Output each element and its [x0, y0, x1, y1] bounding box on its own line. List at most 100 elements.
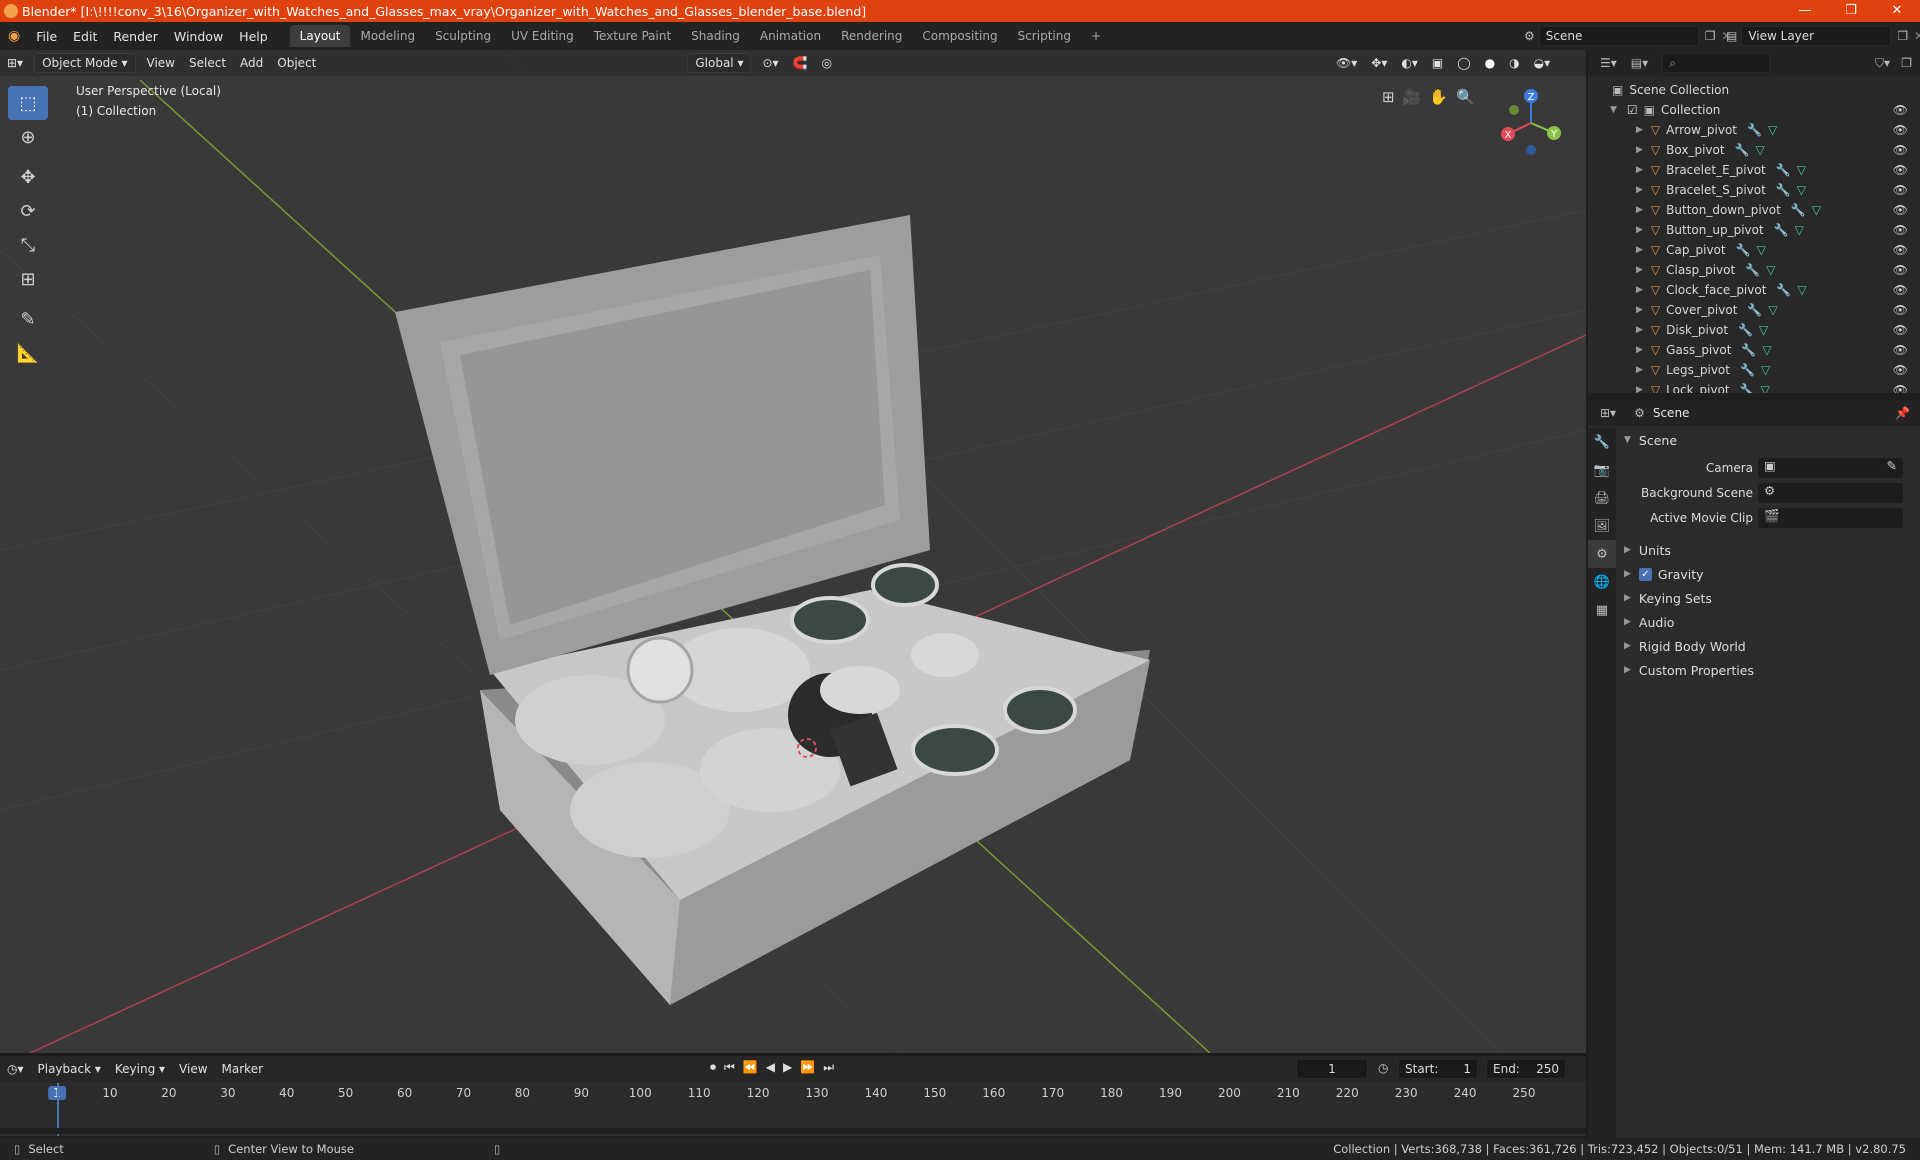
outliner-object-row[interactable]: ▶ ▽ Box_pivot 🔧 ▽ 👁 [1588, 140, 1920, 160]
expand-icon[interactable]: ▶ [1636, 165, 1643, 175]
new-collection-icon[interactable]: ❐ [1901, 56, 1912, 70]
eye-icon[interactable]: 👁 [1893, 203, 1908, 217]
tab-shading[interactable]: Shading [681, 25, 750, 47]
timeline-menu-view[interactable]: View [172, 1060, 214, 1078]
eye-icon[interactable]: 👁 [1893, 263, 1908, 277]
xray-toggle-icon[interactable]: ▣ [1425, 54, 1450, 72]
outliner-object-row[interactable]: ▶ ▽ Clock_face_pivot 🔧 ▽ 👁 [1588, 280, 1920, 300]
outliner-scene-collection[interactable]: ▣ Scene Collection [1588, 80, 1920, 100]
tab-layout[interactable]: Layout [289, 25, 351, 47]
timeline-menu-marker[interactable]: Marker [215, 1060, 270, 1078]
tab-compositing[interactable]: Compositing [912, 25, 1007, 47]
subpanel-header[interactable]: ▶ Custom Properties [1618, 658, 1918, 682]
transform-tool-icon[interactable]: ⊞ [8, 262, 48, 296]
delete-view-layer-icon[interactable]: ✕ [1914, 29, 1920, 43]
eyedropper-icon[interactable]: ✎ [1887, 458, 1897, 473]
eye-icon[interactable]: 👁 [1893, 223, 1908, 237]
expand-icon[interactable]: ▶ [1636, 325, 1643, 335]
outliner-object-row[interactable]: ▶ ▽ Button_up_pivot 🔧 ▽ 👁 [1588, 220, 1920, 240]
expand-icon[interactable]: ▶ [1636, 265, 1643, 275]
play-reverse-icon[interactable]: ◀ [766, 1060, 775, 1075]
outliner-object-row[interactable]: ▶ ▽ Cap_pivot 🔧 ▽ 👁 [1588, 240, 1920, 260]
background-scene-field[interactable]: ⚙ [1758, 483, 1903, 503]
outliner-object-row[interactable]: ▶ ▽ Legs_pivot 🔧 ▽ 👁 [1588, 360, 1920, 380]
3d-viewport[interactable]: ⊞▾ Object Mode ▾ View Select Add Object … [0, 50, 1586, 1053]
timeline-editor-type-icon[interactable]: ◷▾ [0, 1060, 31, 1078]
outliner-collection[interactable]: ▼ ☑ ▣ Collection 👁 [1588, 100, 1920, 120]
maximize-button[interactable]: ❐ [1828, 0, 1874, 22]
expand-icon[interactable]: ▶ [1636, 305, 1643, 315]
eye-icon[interactable]: 👁 [1893, 283, 1908, 297]
toggle-camera-view-icon[interactable]: ⊞ [1382, 88, 1395, 106]
viewport-menu-view[interactable]: View [140, 54, 182, 72]
gravity-checkbox[interactable]: ✓ [1638, 567, 1652, 581]
pivot-point-icon[interactable]: ⊙▾ [755, 54, 785, 72]
mode-selector[interactable]: Object Mode ▾ [34, 53, 136, 73]
expand-icon[interactable]: ▶ [1636, 285, 1643, 295]
outliner-object-row[interactable]: ▶ ▽ Button_down_pivot 🔧 ▽ 👁 [1588, 200, 1920, 220]
measure-tool-icon[interactable]: 📐 [8, 336, 48, 370]
output-tab-icon[interactable]: 🖨 [1588, 484, 1616, 512]
next-keyframe-icon[interactable]: ⏩ [800, 1060, 815, 1075]
outliner-editor-type-icon[interactable]: ☰▾ [1600, 56, 1617, 70]
jump-end-icon[interactable]: ⏭ [823, 1060, 834, 1075]
menu-render[interactable]: Render [105, 29, 166, 44]
snap-icon[interactable]: 🧲 [786, 54, 815, 72]
eye-icon[interactable]: 👁 [1893, 363, 1908, 377]
tab-uv-editing[interactable]: UV Editing [501, 25, 584, 47]
outliner-object-row[interactable]: ▶ ▽ Bracelet_E_pivot 🔧 ▽ 👁 [1588, 160, 1920, 180]
scene-panel-header[interactable]: ▼ Scene [1618, 428, 1918, 452]
checkbox-icon[interactable]: ☑ [1627, 103, 1638, 117]
outliner-object-row[interactable]: ▶ ▽ Gass_pivot 🔧 ▽ 👁 [1588, 340, 1920, 360]
camera-view-icon[interactable]: 🎥 [1403, 88, 1422, 106]
expand-icon[interactable]: ▶ [1636, 145, 1643, 155]
end-frame-field[interactable]: End: 250 [1486, 1059, 1566, 1079]
display-mode-icon[interactable]: ▤▾ [1631, 56, 1648, 70]
eye-icon[interactable]: 👁 [1893, 143, 1908, 157]
start-frame-field[interactable]: Start: 1 [1398, 1059, 1478, 1079]
view-layer-selector[interactable]: View Layer [1741, 26, 1892, 46]
viewport-menu-select[interactable]: Select [182, 54, 233, 72]
move-tool-icon[interactable]: ✥ [8, 160, 48, 194]
eye-icon[interactable]: 👁 [1893, 323, 1908, 337]
expand-icon[interactable]: ▶ [1636, 185, 1643, 195]
camera-field[interactable]: ▣ ✎ [1758, 458, 1903, 478]
tab-sculpting[interactable]: Sculpting [425, 25, 501, 47]
gizmo-toggle-icon[interactable]: ✥▾ [1364, 54, 1394, 72]
transform-orientation-dropdown[interactable]: Global ▾ [687, 53, 752, 73]
menu-edit[interactable]: Edit [65, 29, 105, 44]
navigation-gizmo[interactable]: Z Y X [1496, 88, 1566, 158]
tab-modeling[interactable]: Modeling [350, 25, 425, 47]
eye-icon[interactable]: 👁 [1893, 243, 1908, 257]
tool-tab-icon[interactable]: 🔧 [1588, 428, 1616, 456]
tab-scripting[interactable]: Scripting [1008, 25, 1081, 47]
outliner-object-row[interactable]: ▶ ▽ Cover_pivot 🔧 ▽ 👁 [1588, 300, 1920, 320]
outliner-search-input[interactable]: ⌕ [1662, 53, 1771, 73]
expand-icon[interactable]: ▶ [1636, 125, 1643, 135]
world-tab-icon[interactable]: 🌐 [1588, 568, 1616, 596]
properties-editor-type-icon[interactable]: ⊞▾ [1600, 406, 1616, 420]
zoom-view-icon[interactable]: 🔍 [1456, 88, 1475, 106]
cursor-tool-icon[interactable]: ⊕ [8, 120, 48, 154]
eye-icon[interactable]: 👁 [1893, 103, 1908, 117]
minimize-button[interactable]: — [1782, 0, 1828, 22]
visibility-icon[interactable]: 👁▾ [1329, 54, 1364, 72]
expand-icon[interactable]: ▶ [1636, 365, 1643, 375]
eye-icon[interactable]: 👁 [1893, 123, 1908, 137]
subpanel-header[interactable]: ▶ Keying Sets [1618, 586, 1918, 610]
eye-icon[interactable]: 👁 [1893, 343, 1908, 357]
active-movie-clip-field[interactable]: 🎬 [1758, 508, 1903, 528]
viewport-menu-add[interactable]: Add [233, 54, 270, 72]
tab-texture-paint[interactable]: Texture Paint [584, 25, 681, 47]
solid-shading-icon[interactable]: ● [1478, 54, 1502, 72]
collapse-icon[interactable]: ▼ [1610, 105, 1617, 115]
outliner-object-row[interactable]: ▶ ▽ Arrow_pivot 🔧 ▽ 👁 [1588, 120, 1920, 140]
expand-icon[interactable]: ▶ [1636, 345, 1643, 355]
timeline-scrollbar[interactable] [0, 1128, 1586, 1134]
blender-menu-icon[interactable]: ◉ [0, 28, 28, 44]
timeline-menu-keying[interactable]: Keying ▾ [108, 1060, 172, 1078]
proportional-editing-icon[interactable]: ◎ [815, 54, 839, 72]
subpanel-header[interactable]: ▶ ✓ Gravity [1618, 562, 1918, 586]
jump-start-icon[interactable]: ⏮ [724, 1060, 735, 1075]
expand-icon[interactable]: ▶ [1636, 205, 1643, 215]
